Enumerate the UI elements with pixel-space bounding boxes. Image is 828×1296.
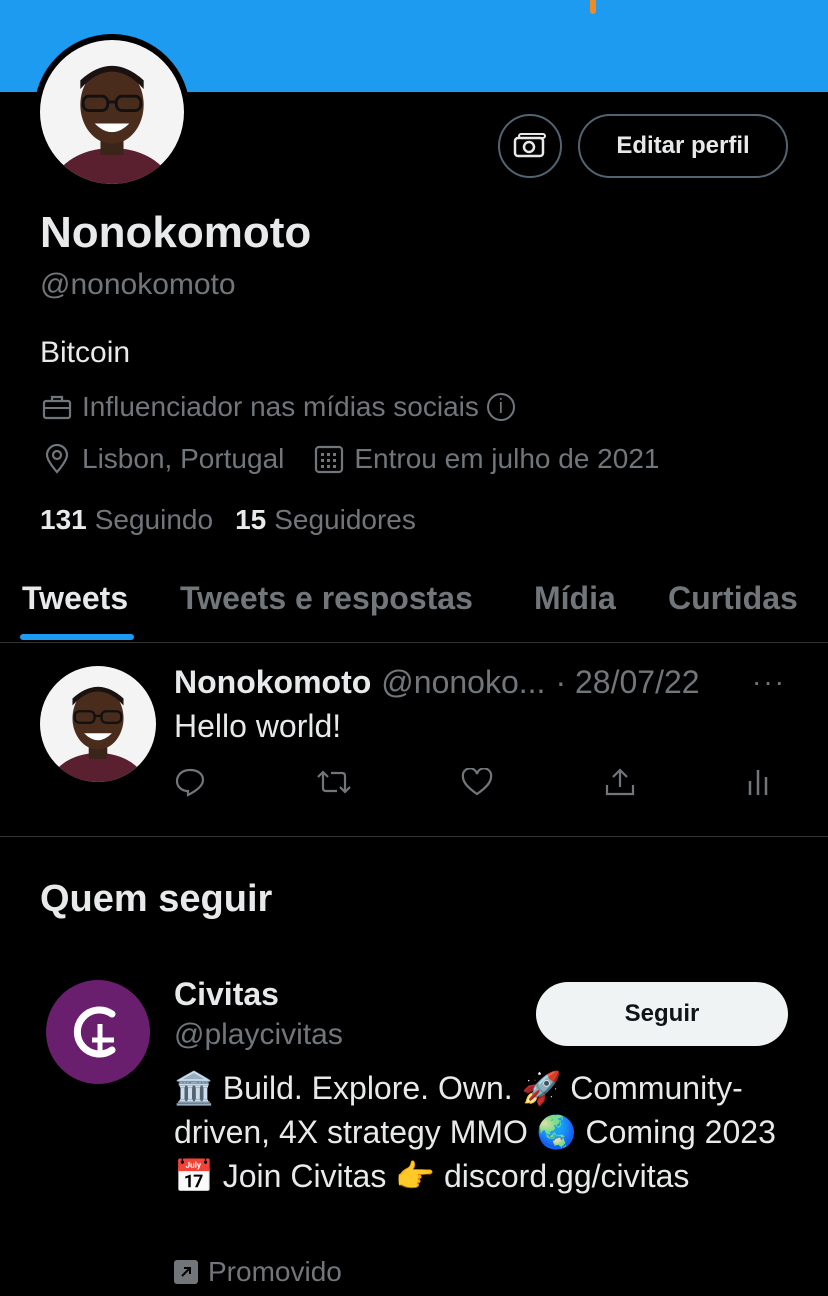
briefcase-icon bbox=[40, 390, 74, 424]
civitas-logo bbox=[73, 1006, 116, 1058]
profile-stats: 131 Seguindo 15 Seguidores bbox=[40, 504, 416, 536]
who-to-follow-title: Quem seguir bbox=[40, 878, 273, 920]
profile-name: Nonokomoto bbox=[40, 208, 312, 257]
share-icon[interactable] bbox=[600, 762, 640, 802]
avatar-photo bbox=[40, 666, 156, 782]
promoted-account-handle: @playcivitas bbox=[174, 1018, 343, 1051]
profile-handle: @nonokomoto bbox=[40, 268, 236, 301]
promoted-account-avatar[interactable] bbox=[46, 980, 150, 1084]
profile-location: Lisbon, Portugal bbox=[82, 443, 285, 474]
analytics-icon[interactable] bbox=[738, 762, 778, 802]
calendar-icon bbox=[312, 442, 346, 476]
tweet-text: Hello world! bbox=[174, 708, 342, 744]
change-banner-button[interactable] bbox=[498, 114, 562, 178]
promoted-account-name[interactable]: Civitas bbox=[174, 976, 279, 1013]
tweet-author-name[interactable]: Nonokomoto bbox=[174, 664, 371, 701]
profile-avatar[interactable] bbox=[34, 34, 190, 190]
following-link[interactable]: 131 Seguindo bbox=[40, 504, 213, 536]
tab-tweets[interactable]: Tweets bbox=[22, 580, 128, 617]
profile-category-row: Influenciador nas mídias sociais i bbox=[40, 390, 515, 424]
location-icon bbox=[40, 442, 74, 476]
edit-profile-button[interactable]: Editar perfil bbox=[578, 114, 788, 178]
follow-button[interactable]: Seguir bbox=[536, 982, 788, 1046]
reply-icon[interactable] bbox=[170, 762, 210, 802]
avatar-photo bbox=[40, 40, 184, 184]
retweet-icon[interactable] bbox=[314, 762, 354, 802]
tweet[interactable]: Nonokomoto @nonoko... · 28/07/22 ··· Hel… bbox=[0, 642, 828, 837]
promoted-icon bbox=[174, 1260, 198, 1284]
tab-likes[interactable]: Curtidas bbox=[668, 580, 798, 617]
more-icon[interactable]: ··· bbox=[752, 666, 786, 698]
camera-icon bbox=[513, 133, 546, 158]
tweet-header: Nonokomoto @nonoko... · 28/07/22 bbox=[174, 664, 700, 701]
promoted-row: Promovido bbox=[174, 1256, 342, 1288]
followers-link[interactable]: 15 Seguidores bbox=[235, 504, 416, 536]
tab-media[interactable]: Mídia bbox=[534, 580, 616, 617]
profile-meta-row: Lisbon, Portugal Entrou em julho de 2021 bbox=[40, 442, 659, 476]
profile-joined: Entrou em julho de 2021 bbox=[354, 443, 660, 474]
profile-category: Influenciador nas mídias sociais bbox=[82, 391, 479, 422]
promoted-account-description: 🏛️ Build. Explore. Own. 🚀 Community-driv… bbox=[174, 1070, 776, 1194]
tab-tweets-and-replies[interactable]: Tweets e respostas bbox=[180, 580, 473, 617]
profile-bio: Bitcoin bbox=[40, 336, 131, 369]
tweet-date[interactable]: · 28/07/22 bbox=[555, 664, 699, 701]
profile-tabs: Tweets Tweets e respostas Mídia Curtidas bbox=[0, 572, 828, 643]
promoted-label: Promovido bbox=[208, 1256, 342, 1287]
info-icon[interactable]: i bbox=[486, 393, 515, 421]
banner-decoration bbox=[590, 0, 596, 14]
active-tab-indicator bbox=[20, 634, 134, 640]
like-icon[interactable] bbox=[457, 762, 497, 802]
tweet-avatar[interactable] bbox=[40, 666, 156, 782]
tweet-author-handle: @nonoko... bbox=[381, 664, 546, 700]
